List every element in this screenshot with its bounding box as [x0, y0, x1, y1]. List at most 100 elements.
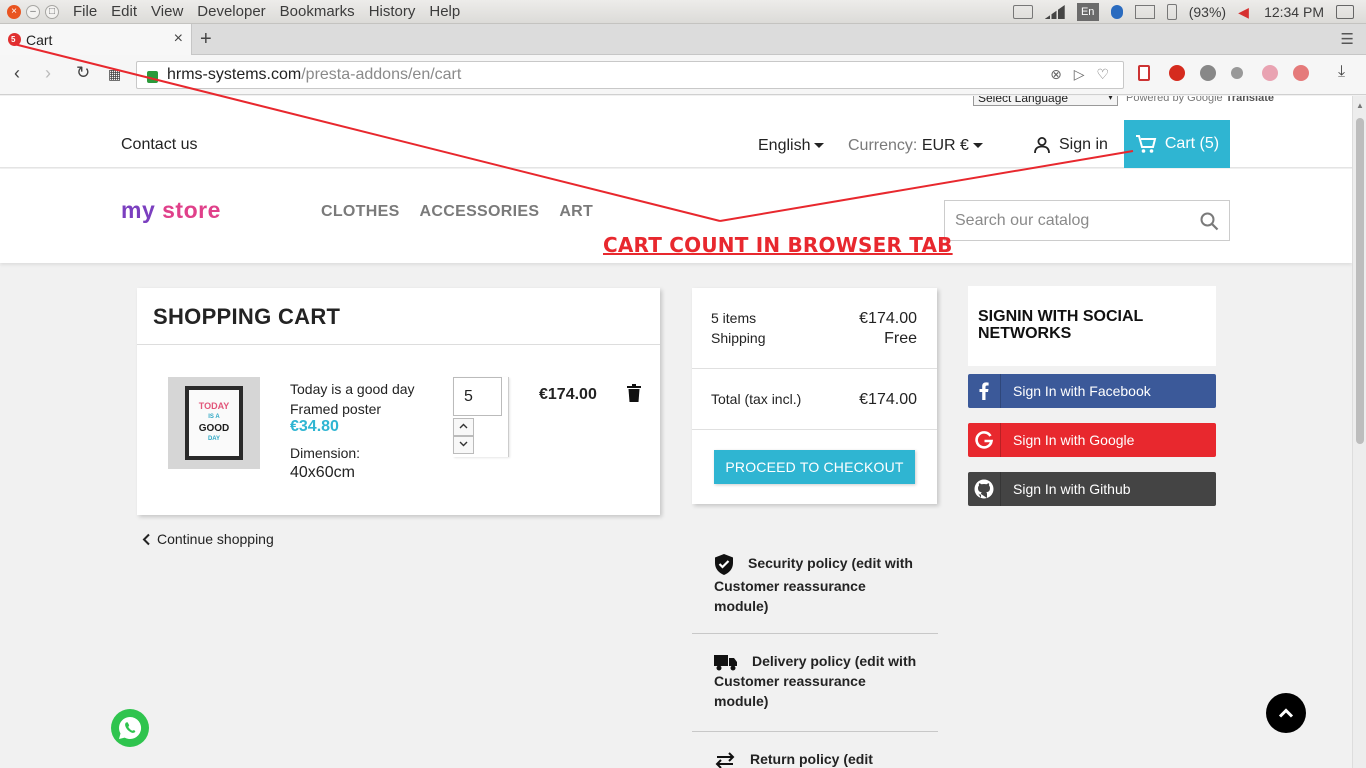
items-row: 5 items €174.00 — [711, 310, 917, 328]
delete-icon[interactable] — [627, 384, 641, 402]
product-price: €34.80 — [290, 418, 339, 435]
extension-cup-icon[interactable] — [1231, 67, 1243, 79]
google-text: Google — [1187, 96, 1223, 104]
extension-red-icon[interactable] — [1293, 65, 1309, 81]
keyboard-icon[interactable] — [1012, 5, 1033, 19]
product-line-total: €174.00 — [539, 386, 597, 403]
quantity-down-button[interactable] — [453, 436, 474, 454]
os-menu-bar: × – □ File Edit View Developer Bookmarks… — [0, 0, 1366, 24]
continue-shopping-link[interactable]: Continue shopping — [142, 531, 274, 547]
battery-icon[interactable] — [1166, 4, 1177, 20]
scrollbar-thumb[interactable] — [1356, 118, 1364, 444]
menu-edit[interactable]: Edit — [111, 3, 137, 20]
social-login-title: SIGNIN WITH SOCIAL NETWORKS — [978, 308, 1144, 342]
extension-bookmark-icon[interactable] — [1138, 65, 1150, 81]
dimension-label: Dimension: — [290, 445, 361, 461]
shipping-value: Free — [884, 330, 917, 347]
window-controls: × – □ — [7, 4, 59, 19]
social-login-card: SIGNIN WITH SOCIAL NETWORKS — [968, 286, 1216, 366]
currency-selector[interactable]: Currency: EUR € — [848, 137, 983, 155]
shield-check-icon — [715, 554, 733, 575]
menu-art[interactable]: ART — [559, 203, 593, 221]
downloads-icon[interactable]: ⤓ — [1338, 63, 1345, 81]
proceed-to-checkout-button[interactable]: PROCEED TO CHECKOUT — [714, 450, 915, 484]
poster-line: IS A — [208, 414, 220, 420]
new-tab-icon[interactable]: + — [200, 28, 212, 51]
menu-accessories[interactable]: ACCESSORIES — [420, 203, 540, 221]
search-icon[interactable] — [1200, 212, 1219, 231]
shipping-row: Shipping Free — [711, 330, 917, 348]
menu-clothes[interactable]: CLOTHES — [321, 203, 400, 221]
reassurance-return: Return policy (edit — [692, 749, 938, 768]
powered-by-text: Powered by — [1126, 96, 1185, 104]
tab-list-menu-icon[interactable]: ☰ — [1341, 30, 1354, 48]
quantity-up-button[interactable] — [453, 418, 474, 436]
reload-icon[interactable]: ↻ — [76, 63, 90, 83]
product-image[interactable]: TODAY IS A GOOD DAY — [168, 377, 260, 469]
menu-view[interactable]: View — [151, 3, 183, 20]
google-signin-button[interactable]: Sign In with Google — [968, 423, 1216, 457]
url-host: hrms-systems.com — [167, 66, 302, 83]
translate-text: Translate — [1225, 96, 1275, 104]
keyboard-layout-indicator[interactable]: En — [1076, 3, 1099, 21]
network-signal-icon[interactable] — [1044, 5, 1065, 19]
back-arrow-icon[interactable]: ‹ — [14, 63, 20, 84]
forward-arrow-icon[interactable]: › — [45, 63, 51, 84]
contact-us-link[interactable]: Contact us — [121, 136, 197, 154]
menu-developer[interactable]: Developer — [197, 3, 265, 20]
github-icon — [968, 472, 1001, 506]
bluetooth-icon[interactable] — [1110, 5, 1123, 19]
extension-pink-icon[interactable] — [1262, 65, 1278, 81]
address-bar[interactable]: hrms-systems.com /presta-addons/en/cart … — [136, 61, 1124, 89]
scroll-to-top-button[interactable] — [1266, 693, 1306, 733]
address-bar-actions[interactable]: ⊗ ▷ ♡ — [1050, 66, 1113, 83]
page-scrollbar[interactable]: ▲ — [1352, 96, 1366, 768]
language-selector[interactable]: English — [758, 137, 825, 155]
chevron-up-icon — [1278, 708, 1294, 718]
adblock-icon[interactable] — [1169, 65, 1185, 81]
poster-line: GOOD — [198, 423, 230, 434]
window-close-button[interactable]: × — [7, 4, 21, 19]
system-settings-icon[interactable] — [1336, 5, 1354, 19]
store-logo[interactable]: my store — [121, 197, 221, 224]
currency-label: Currency: — [848, 137, 918, 154]
sign-in-link[interactable]: Sign in — [1033, 136, 1108, 154]
mail-icon[interactable] — [1134, 5, 1155, 19]
swap-arrows-icon — [715, 752, 735, 768]
reassurance-delivery: Delivery policy (edit with Customer reas… — [692, 651, 938, 732]
top-menu: CLOTHES ACCESSORIES ART — [321, 203, 593, 221]
poster-line: DAY — [207, 436, 221, 442]
window-minimize-button[interactable]: – — [26, 4, 40, 19]
reassurance-text: Return policy (edit — [750, 751, 873, 767]
header-nav: Select Language Powered by Google Transl… — [0, 96, 1352, 168]
menu-file[interactable]: File — [73, 3, 97, 20]
window-maximize-button[interactable]: □ — [45, 4, 59, 19]
secure-lock-icon[interactable] — [147, 71, 158, 83]
select-language-dropdown[interactable]: Select Language — [973, 96, 1118, 106]
github-signin-button[interactable]: Sign In with Github — [968, 472, 1216, 506]
browser-tab-cart[interactable]: 5 Cart × — [0, 24, 192, 55]
chevron-up-icon — [459, 423, 468, 429]
search-input[interactable] — [945, 201, 1185, 240]
scroll-up-arrow-icon[interactable]: ▲ — [1356, 101, 1364, 110]
menu-bookmarks[interactable]: Bookmarks — [280, 3, 355, 20]
speed-dial-icon[interactable]: ▦ — [108, 66, 121, 83]
menu-history[interactable]: History — [369, 3, 416, 20]
tab-close-icon[interactable]: × — [174, 30, 183, 48]
volume-icon[interactable]: ◀ — [1238, 5, 1252, 19]
cart-button[interactable]: Cart (5) — [1124, 120, 1230, 168]
cart-title: SHOPPING CART — [153, 304, 341, 329]
google-translate-widget: Select Language Powered by Google Transl… — [973, 96, 1274, 106]
truck-icon — [714, 654, 737, 671]
reassurance-text: Delivery policy (edit with Customer reas… — [714, 653, 917, 709]
product-name[interactable]: Today is a good day Framed poster — [290, 379, 430, 419]
quantity-input[interactable]: 5 — [453, 377, 502, 416]
menu-help[interactable]: Help — [429, 3, 460, 20]
continue-shopping-label: Continue shopping — [157, 531, 274, 547]
shopping-cart-icon — [1135, 135, 1157, 153]
facebook-signin-button[interactable]: Sign In with Facebook — [968, 374, 1216, 408]
clock[interactable]: 12:34 PM — [1264, 4, 1324, 20]
google-icon — [968, 423, 1001, 457]
extension-circle-icon[interactable] — [1200, 65, 1216, 81]
whatsapp-chat-button[interactable] — [111, 709, 149, 747]
